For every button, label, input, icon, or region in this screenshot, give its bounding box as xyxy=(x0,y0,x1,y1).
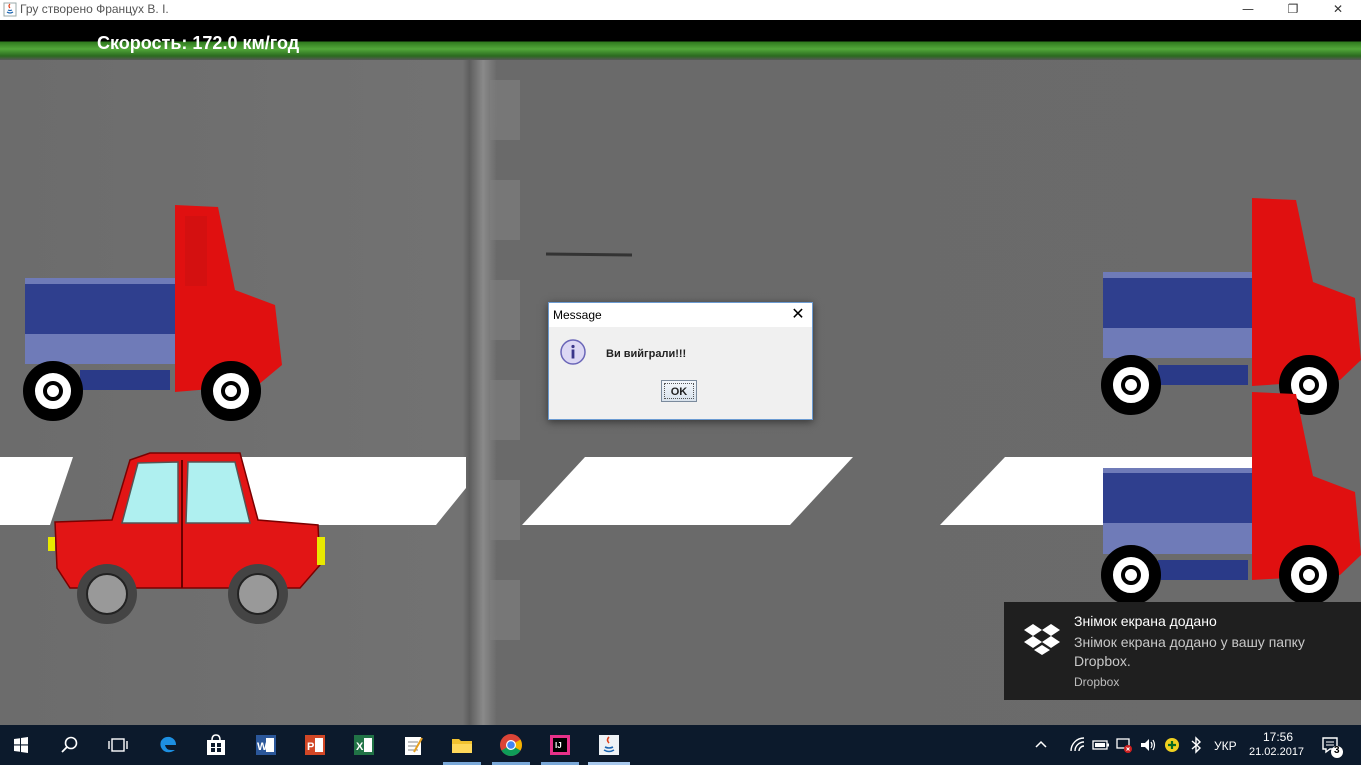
road-mark xyxy=(545,252,633,257)
volume-icon[interactable] xyxy=(1138,735,1158,755)
dialog-message: Ви вийграли!!! xyxy=(606,348,687,360)
svg-text:IJ: IJ xyxy=(555,741,562,750)
clock-date[interactable]: 21.02.2017 xyxy=(1249,746,1304,758)
network-error-icon[interactable] xyxy=(1114,735,1134,755)
notification-title: Знімок екрана додано xyxy=(1074,613,1217,629)
notepad-icon[interactable] xyxy=(400,732,426,758)
svg-text:P: P xyxy=(307,741,314,753)
notification-count-badge: 3 xyxy=(1334,745,1340,756)
restore-button[interactable]: ❐ xyxy=(1270,0,1316,20)
dropbox-icon xyxy=(1024,624,1060,655)
dialog-title: Message xyxy=(553,308,602,322)
window-titlebar: Гру створено Францух В. І. — ❐ ✕ xyxy=(0,0,1361,20)
info-icon xyxy=(560,339,586,365)
store-icon[interactable] xyxy=(203,732,229,758)
dialog-titlebar: Message ✕ xyxy=(549,303,812,327)
wifi-icon[interactable] xyxy=(1068,735,1088,755)
clock-time[interactable]: 17:56 xyxy=(1263,730,1293,744)
notification-body: Знімок екрана додано у вашу папку Dropbo… xyxy=(1074,634,1305,669)
speed-readout: Скорость: 172.0 км/год xyxy=(97,33,300,53)
ok-button[interactable]: OK xyxy=(661,380,697,402)
language-indicator[interactable]: УКР xyxy=(1214,739,1237,753)
svg-text:W: W xyxy=(257,741,268,753)
chevron-up-icon[interactable] xyxy=(1030,734,1052,756)
minimize-button[interactable]: — xyxy=(1225,0,1271,20)
action-center-icon[interactable] xyxy=(1318,733,1344,759)
taskbar: W P X IJ УКР 17:56 21.02.2017 3 xyxy=(0,725,1361,765)
intellij-icon[interactable]: IJ xyxy=(547,732,573,758)
window-title: Гру створено Францух В. І. xyxy=(20,2,169,16)
close-window-button[interactable]: ✕ xyxy=(1315,0,1361,20)
edge-icon[interactable] xyxy=(155,732,181,758)
word-icon[interactable]: W xyxy=(253,732,279,758)
java-app-icon xyxy=(3,2,17,17)
svg-text:X: X xyxy=(356,741,364,753)
dialog-close-button[interactable]: ✕ xyxy=(790,306,806,322)
notification-source: Dropbox xyxy=(1074,675,1120,689)
app-tray-icon[interactable] xyxy=(1162,735,1182,755)
dropbox-notification[interactable]: Знімок екрана додано Знімок екрана додан… xyxy=(1004,602,1361,700)
battery-icon[interactable] xyxy=(1091,735,1111,755)
chrome-icon[interactable] xyxy=(498,732,524,758)
powerpoint-icon[interactable]: P xyxy=(302,732,328,758)
bluetooth-icon[interactable] xyxy=(1186,735,1206,755)
start-icon[interactable] xyxy=(8,732,34,758)
hud-bar: Скорость: 172.0 км/год xyxy=(0,20,1361,60)
file-explorer-icon[interactable] xyxy=(449,732,475,758)
task-view-icon[interactable] xyxy=(105,732,131,758)
search-icon[interactable] xyxy=(57,732,83,758)
excel-icon[interactable]: X xyxy=(351,732,377,758)
message-dialog: Message ✕ Ви вийграли!!! OK xyxy=(548,302,813,420)
java-icon[interactable] xyxy=(596,732,622,758)
